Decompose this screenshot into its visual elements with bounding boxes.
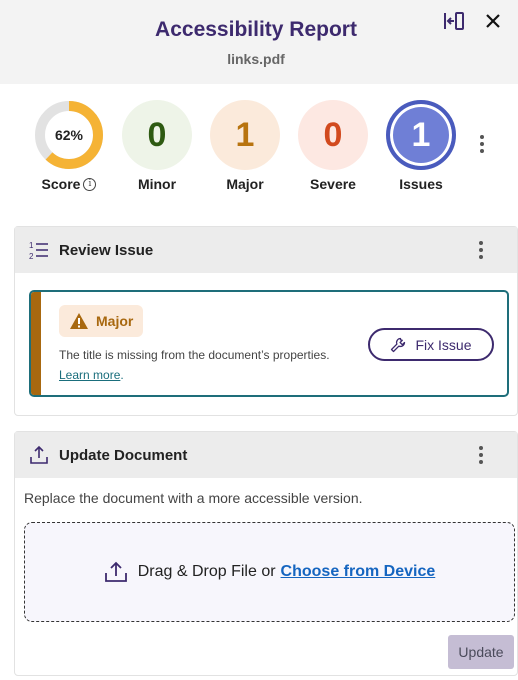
- numbered-list-icon: 1 2: [29, 241, 48, 260]
- update-document-header: Update Document: [15, 432, 517, 478]
- learn-more-link[interactable]: Learn more: [59, 368, 120, 382]
- page-title: Accessibility Report: [155, 18, 357, 41]
- minor-stat: 0 Minor: [122, 100, 192, 192]
- issues-label: Issues: [399, 176, 443, 192]
- file-dropzone[interactable]: Drag & Drop File or Choose from Device: [24, 522, 515, 622]
- score-stat: 62% Score i: [34, 100, 104, 192]
- learn-more-line: Learn more.: [59, 368, 124, 382]
- severe-stat: 0 Severe: [298, 100, 368, 192]
- stats-more-menu-icon[interactable]: [472, 132, 492, 156]
- close-button[interactable]: [480, 8, 506, 34]
- score-value: 62%: [54, 127, 84, 143]
- issue-item: Major The title is missing from the docu…: [29, 290, 509, 397]
- drop-text: Drag & Drop File or: [137, 563, 276, 580]
- major-stat: 1 Major: [210, 100, 280, 192]
- upload-icon: [30, 445, 48, 464]
- issues-count[interactable]: 1: [386, 100, 456, 170]
- fix-issue-label: Fix Issue: [415, 336, 472, 353]
- update-button[interactable]: Update: [448, 635, 514, 669]
- close-icon: [486, 14, 500, 28]
- update-more-menu-icon[interactable]: [471, 443, 491, 467]
- collapse-panel-button[interactable]: [441, 8, 467, 34]
- fix-issue-button[interactable]: Fix Issue: [368, 328, 494, 361]
- update-document-title: Update Document: [59, 447, 188, 464]
- severe-count: 0: [298, 100, 368, 170]
- score-label: Score: [41, 176, 81, 192]
- issue-message: The title is missing from the document’s…: [59, 348, 330, 362]
- minor-label: Minor: [137, 176, 177, 192]
- collapse-panel-icon: [444, 12, 464, 30]
- svg-text:2: 2: [29, 252, 34, 260]
- severity-label: Major: [96, 313, 134, 329]
- upload-icon: [104, 561, 127, 582]
- review-issue-card: 1 2 Review Issue Major The title is miss…: [14, 226, 518, 416]
- choose-from-device-link[interactable]: Choose from Device: [281, 563, 436, 581]
- wrench-icon: [391, 337, 406, 352]
- review-more-menu-icon[interactable]: [471, 238, 491, 262]
- severity-bar: [31, 292, 41, 395]
- minor-count: 0: [122, 100, 192, 170]
- svg-text:1: 1: [29, 241, 34, 250]
- major-count: 1: [210, 100, 280, 170]
- update-description: Replace the document with a more accessi…: [24, 490, 363, 506]
- score-donut: 62%: [34, 100, 104, 170]
- severity-badge: Major: [59, 305, 144, 337]
- report-header: Accessibility Report links.pdf: [0, 0, 518, 84]
- major-label: Major: [226, 176, 264, 192]
- file-name: links.pdf: [227, 51, 285, 67]
- review-issue-title: Review Issue: [59, 242, 154, 259]
- severe-label: Severe: [310, 176, 356, 192]
- issues-stat[interactable]: 1 Issues: [386, 100, 456, 192]
- review-issue-header: 1 2 Review Issue: [15, 227, 517, 273]
- info-icon[interactable]: i: [83, 177, 97, 191]
- warning-icon: [70, 313, 88, 329]
- update-document-card: Update Document Replace the document wit…: [14, 431, 518, 676]
